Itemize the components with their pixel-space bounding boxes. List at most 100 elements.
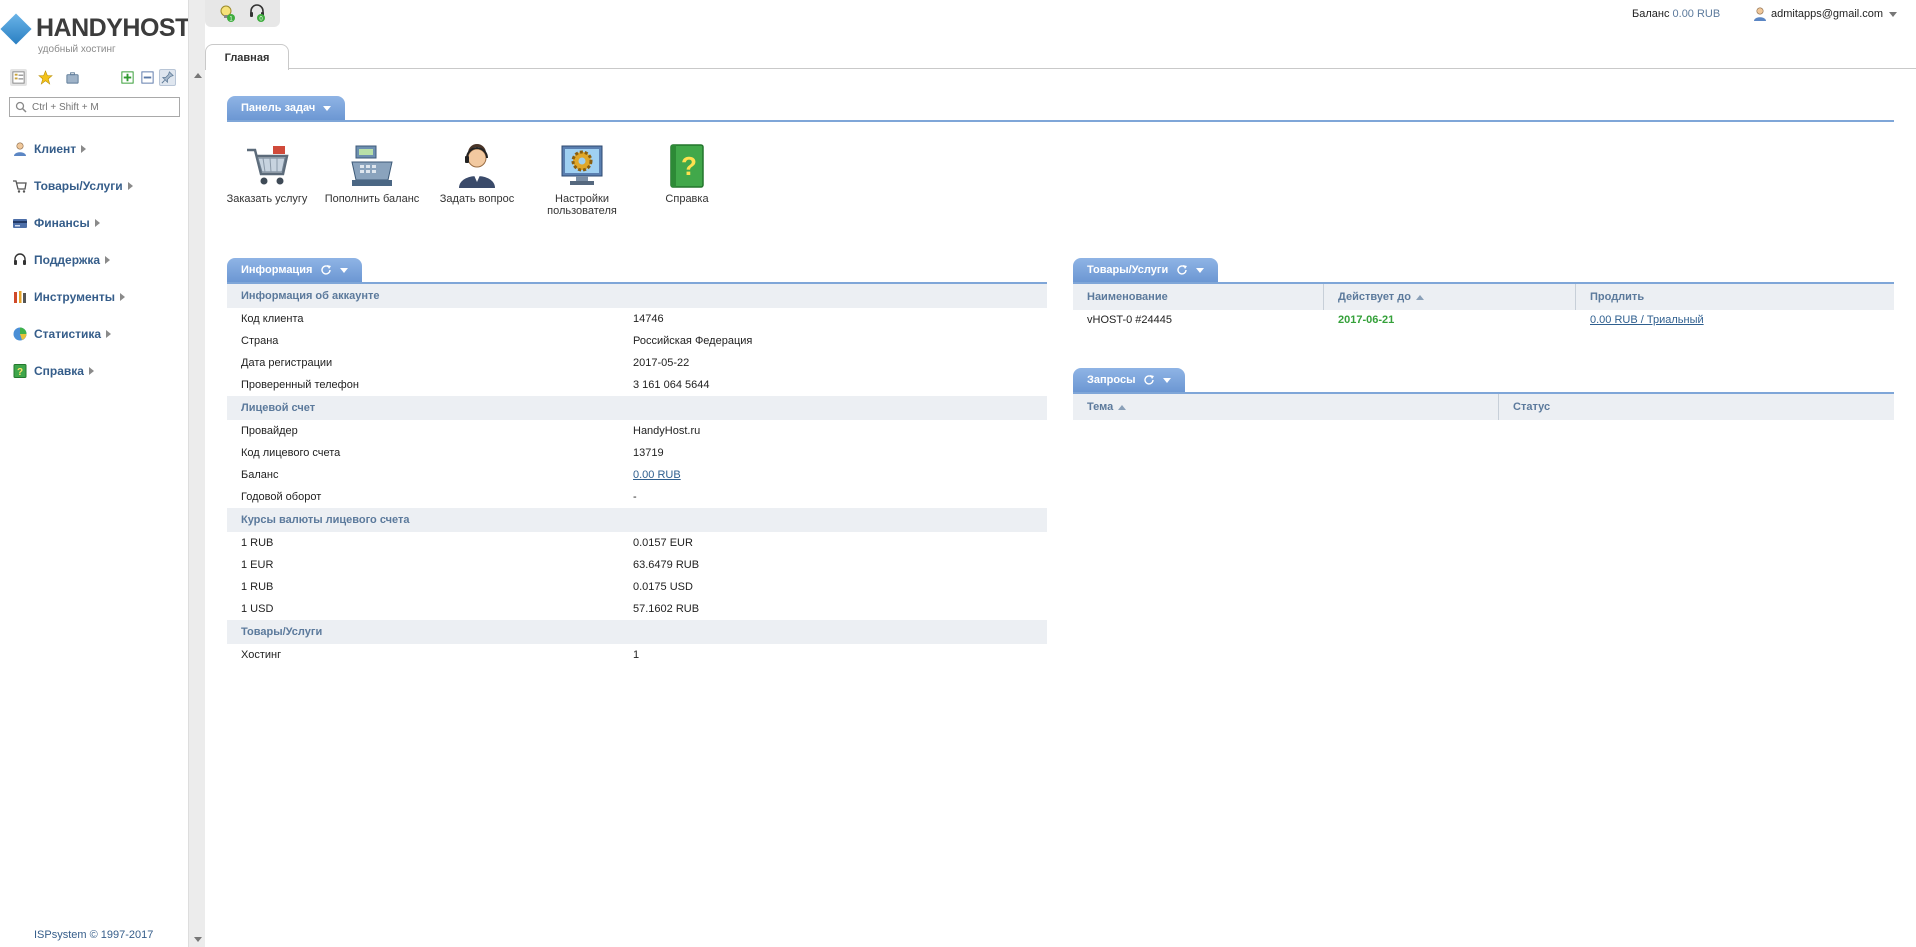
task-help[interactable]: ? Справка <box>637 142 737 205</box>
info-key: Дата регистрации <box>241 357 333 369</box>
sidebar-item-label: Товары/Услуги <box>34 178 123 193</box>
copyright-footer: ISPsystem © 1997-2017 <box>34 929 154 941</box>
dropdown-caret-icon[interactable] <box>1196 267 1205 273</box>
info-value: 2017-05-22 <box>633 357 690 369</box>
logo-diamond-icon <box>0 13 32 45</box>
balance-display[interactable]: Баланс 0.00 RUB <box>1632 8 1720 20</box>
dropdown-caret-icon[interactable] <box>323 105 332 111</box>
sidebar-item-label: Справка <box>34 363 84 378</box>
balance-value: 0.00 RUB <box>1672 8 1721 20</box>
stats-icon <box>12 326 28 342</box>
dropdown-caret-icon[interactable] <box>1163 377 1172 383</box>
task-top-up-balance[interactable]: Пополнить баланс <box>322 142 422 205</box>
info-row: 1 EUR 63.6479 RUB <box>227 554 1047 576</box>
task-label: Заказать услугу <box>226 193 308 205</box>
sidebar-item-tools[interactable]: Инструменты <box>12 278 182 315</box>
sidebar-menu: Клиент Товары/Услуги Финансы Поддержка И… <box>12 130 182 389</box>
submenu-arrow-icon <box>94 218 100 227</box>
services-tab[interactable]: Товары/Услуги <box>1073 258 1219 282</box>
info-key: 1 RUB <box>241 537 274 549</box>
services-grid-header: Наименование Действует до Продлить <box>1073 284 1894 310</box>
info-value: Российская Федерация <box>633 335 753 347</box>
search-input[interactable] <box>32 100 177 114</box>
table-row[interactable]: vHOST-0 #24445 2017-06-21 0.00 RUB / Три… <box>1073 309 1894 331</box>
sidebar-item-help[interactable]: ? Справка <box>12 352 182 389</box>
service-renew-link[interactable]: 0.00 RUB / Триальный <box>1576 314 1704 326</box>
sidebar-item-label: Финансы <box>34 215 90 230</box>
column-header-name[interactable]: Наименование <box>1073 284 1324 310</box>
taskpanel-title: Панель задач <box>241 102 316 114</box>
column-header-valid-until[interactable]: Действует до <box>1324 284 1576 310</box>
scroll-down-icon[interactable] <box>194 937 202 942</box>
taskpanel-tab[interactable]: Панель задач <box>227 96 346 120</box>
task-label: Пополнить баланс <box>324 193 420 205</box>
sidebar-item-label: Инструменты <box>34 289 116 304</box>
info-row: 1 RUB 0.0175 USD <box>227 576 1047 598</box>
info-value: - <box>633 491 637 503</box>
task-label: Справка <box>665 193 709 205</box>
sidebar-item-statistics[interactable]: Статистика <box>12 315 182 352</box>
svg-text:?: ? <box>17 367 23 378</box>
notification-area: 1 0 <box>205 0 280 27</box>
shopping-cart-icon <box>243 142 291 190</box>
info-tab[interactable]: Информация <box>227 258 363 282</box>
services-header: Товары/Услуги <box>1073 258 1894 284</box>
logo[interactable]: HANDYHOST удобный хостинг <box>0 13 190 56</box>
scroll-up-icon[interactable] <box>194 73 202 78</box>
column-header-renew[interactable]: Продлить <box>1576 284 1894 310</box>
notification-headset-icon[interactable]: 0 <box>247 3 267 23</box>
finance-icon <box>12 215 28 231</box>
info-row: Код лицевого счета 13719 <box>227 442 1047 464</box>
sidebar-item-support[interactable]: Поддержка <box>12 241 182 278</box>
submenu-arrow-icon <box>106 329 112 338</box>
sidebar: HANDYHOST удобный хостинг Клиент <box>0 0 190 947</box>
pin-icon[interactable] <box>159 69 176 86</box>
tree-view-icon[interactable] <box>10 69 27 86</box>
favorites-star-icon[interactable] <box>37 69 54 86</box>
help-icon: ? <box>12 363 28 379</box>
info-row: Дата регистрации 2017-05-22 <box>227 352 1047 374</box>
column-header-status[interactable]: Статус <box>1499 394 1894 420</box>
info-key: Код клиента <box>241 313 304 325</box>
submenu-arrow-icon <box>88 366 94 375</box>
info-value: 14746 <box>633 313 664 325</box>
task-order-service[interactable]: Заказать услугу <box>217 142 317 205</box>
sidebar-item-label: Клиент <box>34 141 77 156</box>
refresh-icon[interactable] <box>1143 374 1155 386</box>
service-until: 2017-06-21 <box>1338 314 1395 326</box>
support-operator-icon <box>453 142 501 190</box>
column-header-topic[interactable]: Тема <box>1073 394 1499 420</box>
sidebar-search[interactable] <box>9 97 180 117</box>
requests-tab[interactable]: Запросы <box>1073 368 1186 392</box>
search-icon <box>15 101 27 113</box>
help-book-icon: ? <box>663 142 711 190</box>
sidebar-item-label: Статистика <box>34 326 102 341</box>
user-menu[interactable]: admitapps@gmail.com <box>1752 6 1898 22</box>
notification-bulb-icon[interactable]: 1 <box>217 3 237 23</box>
refresh-icon[interactable] <box>1176 264 1188 276</box>
sidebar-item-client[interactable]: Клиент <box>12 130 182 167</box>
info-row: Годовой оборот - <box>227 486 1047 508</box>
expand-all-icon[interactable] <box>119 69 136 86</box>
requests-header: Запросы <box>1073 368 1894 394</box>
sidebar-scrollbar[interactable] <box>188 0 205 947</box>
task-ask-question[interactable]: Задать вопрос <box>427 142 527 205</box>
refresh-icon[interactable] <box>320 264 332 276</box>
task-label: Настройки пользователя <box>547 193 617 217</box>
tab-main[interactable]: Главная <box>205 44 289 70</box>
settings-monitor-icon <box>558 142 606 190</box>
info-row: Страна Российская Федерация <box>227 330 1047 352</box>
info-row: Хостинг 1 <box>227 644 1047 666</box>
services-title: Товары/Услуги <box>1087 264 1169 276</box>
dropdown-caret-icon[interactable] <box>340 267 349 273</box>
info-row: 1 USD 57.1602 RUB <box>227 598 1047 620</box>
info-row: Проверенный телефон 3 161 064 5644 <box>227 374 1047 396</box>
sort-asc-icon <box>1118 404 1127 410</box>
briefcase-icon[interactable] <box>64 69 81 86</box>
balance-link[interactable]: 0.00 RUB <box>633 469 1047 481</box>
collapse-all-icon[interactable] <box>139 69 156 86</box>
sidebar-item-finance[interactable]: Финансы <box>12 204 182 241</box>
info-group-title: Информация об аккаунте <box>227 284 1047 308</box>
task-user-settings[interactable]: Настройки пользователя <box>532 142 632 217</box>
sidebar-item-services[interactable]: Товары/Услуги <box>12 167 182 204</box>
